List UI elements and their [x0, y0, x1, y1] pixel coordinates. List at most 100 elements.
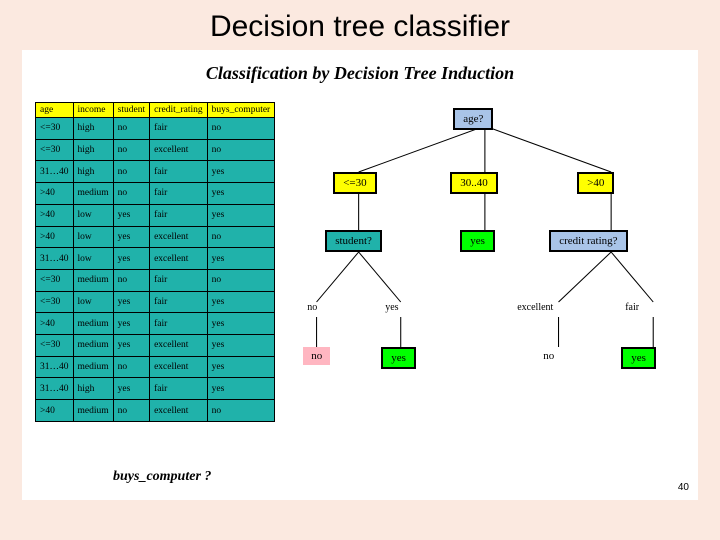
table-cell: excellent — [150, 400, 208, 422]
edge-credit-exc: excellent — [517, 302, 553, 313]
table-row: >40mediumnofairyes — [36, 183, 275, 205]
table-row: 31…40highyesfairyes — [36, 378, 275, 400]
leaf-credit-fair: yes — [621, 347, 656, 369]
node-student: student? — [325, 230, 382, 252]
table-cell: no — [113, 400, 149, 422]
table-cell: yes — [207, 291, 275, 313]
table-cell: yes — [207, 248, 275, 270]
table-cell: low — [73, 248, 113, 270]
table-cell: high — [73, 118, 113, 140]
table-cell: high — [73, 161, 113, 183]
table-cell: yes — [113, 204, 149, 226]
table-cell: medium — [73, 269, 113, 291]
branch-mid: 30..40 — [450, 172, 498, 194]
table-cell: >40 — [36, 183, 74, 205]
table-cell: no — [207, 118, 275, 140]
table-cell: excellent — [150, 248, 208, 270]
leaf-student-yes: yes — [381, 347, 416, 369]
table-cell: yes — [113, 226, 149, 248]
table-cell: <=30 — [36, 118, 74, 140]
table-row: >40mediumnoexcellentno — [36, 400, 275, 422]
table-cell: yes — [207, 204, 275, 226]
table-cell: excellent — [150, 335, 208, 357]
branch-le30: <=30 — [333, 172, 376, 194]
table-cell: >40 — [36, 204, 74, 226]
edge-student-yes: yes — [385, 302, 398, 313]
table-cell: fair — [150, 183, 208, 205]
table-row: 31…40highnofairyes — [36, 161, 275, 183]
table-cell: >40 — [36, 400, 74, 422]
table-cell: >40 — [36, 226, 74, 248]
table-cell: high — [73, 139, 113, 161]
leaf-student-no: no — [303, 347, 330, 365]
table-cell: low — [73, 204, 113, 226]
table-cell: excellent — [150, 356, 208, 378]
table-cell: 31…40 — [36, 356, 74, 378]
table-cell: 31…40 — [36, 161, 74, 183]
node-age: age? — [453, 108, 493, 130]
table-cell: 31…40 — [36, 248, 74, 270]
page-number: 40 — [678, 482, 689, 493]
table-cell: medium — [73, 335, 113, 357]
table-row: >40lowyesfairyes — [36, 204, 275, 226]
table-cell: no — [113, 118, 149, 140]
table-row: >40lowyesexcellentno — [36, 226, 275, 248]
table-cell: fair — [150, 269, 208, 291]
table-cell: no — [207, 139, 275, 161]
table-cell: yes — [113, 335, 149, 357]
table-cell: <=30 — [36, 269, 74, 291]
col-credit: credit_rating — [150, 103, 208, 118]
table-cell: no — [113, 356, 149, 378]
table-cell: yes — [207, 378, 275, 400]
node-credit: credit rating? — [549, 230, 627, 252]
table-row: <=30mediumnofairno — [36, 269, 275, 291]
table-row: 31…40mediumnoexcellentyes — [36, 356, 275, 378]
training-data-table: age income student credit_rating buys_co… — [35, 102, 275, 422]
table-cell: yes — [113, 248, 149, 270]
table-cell: <=30 — [36, 335, 74, 357]
table-cell: no — [113, 139, 149, 161]
table-cell: low — [73, 291, 113, 313]
table-cell: medium — [73, 313, 113, 335]
table-cell: medium — [73, 183, 113, 205]
table-row: <=30mediumyesexcellentyes — [36, 335, 275, 357]
table-row: >40mediumyesfairyes — [36, 313, 275, 335]
edge-credit-fair: fair — [625, 302, 639, 313]
table-cell: yes — [207, 335, 275, 357]
table-cell: low — [73, 226, 113, 248]
col-student: student — [113, 103, 149, 118]
table-cell: no — [113, 183, 149, 205]
table-cell: no — [113, 269, 149, 291]
table-cell: <=30 — [36, 291, 74, 313]
table-row: <=30highnofairno — [36, 118, 275, 140]
table-cell: fair — [150, 313, 208, 335]
table-row: 31…40lowyesexcellentyes — [36, 248, 275, 270]
table-cell: excellent — [150, 139, 208, 161]
slide-title: Decision tree classifier — [0, 0, 720, 50]
table-cell: yes — [207, 183, 275, 205]
table-cell: fair — [150, 118, 208, 140]
table-cell: yes — [113, 291, 149, 313]
panel-title: Classification by Decision Tree Inductio… — [23, 51, 697, 102]
table-row: <=30highnoexcellentno — [36, 139, 275, 161]
table-cell: 31…40 — [36, 378, 74, 400]
leaf-mid-yes: yes — [460, 230, 495, 252]
table-cell: medium — [73, 356, 113, 378]
table-cell: fair — [150, 161, 208, 183]
table-cell: yes — [207, 161, 275, 183]
main-panel: Classification by Decision Tree Inductio… — [22, 50, 698, 500]
col-age: age — [36, 103, 74, 118]
table-cell: yes — [113, 313, 149, 335]
table-cell: fair — [150, 378, 208, 400]
leaf-credit-exc: no — [535, 347, 562, 365]
table-cell: no — [113, 161, 149, 183]
table-cell: fair — [150, 204, 208, 226]
table-cell: yes — [207, 313, 275, 335]
table-cell: high — [73, 378, 113, 400]
table-cell: no — [207, 269, 275, 291]
col-buys: buys_computer — [207, 103, 275, 118]
decision-tree: age? <=30 30..40 >40 student? yes credit… — [285, 102, 685, 422]
footer-question: buys_computer ? — [113, 469, 211, 485]
table-cell: medium — [73, 400, 113, 422]
table-cell: yes — [113, 378, 149, 400]
